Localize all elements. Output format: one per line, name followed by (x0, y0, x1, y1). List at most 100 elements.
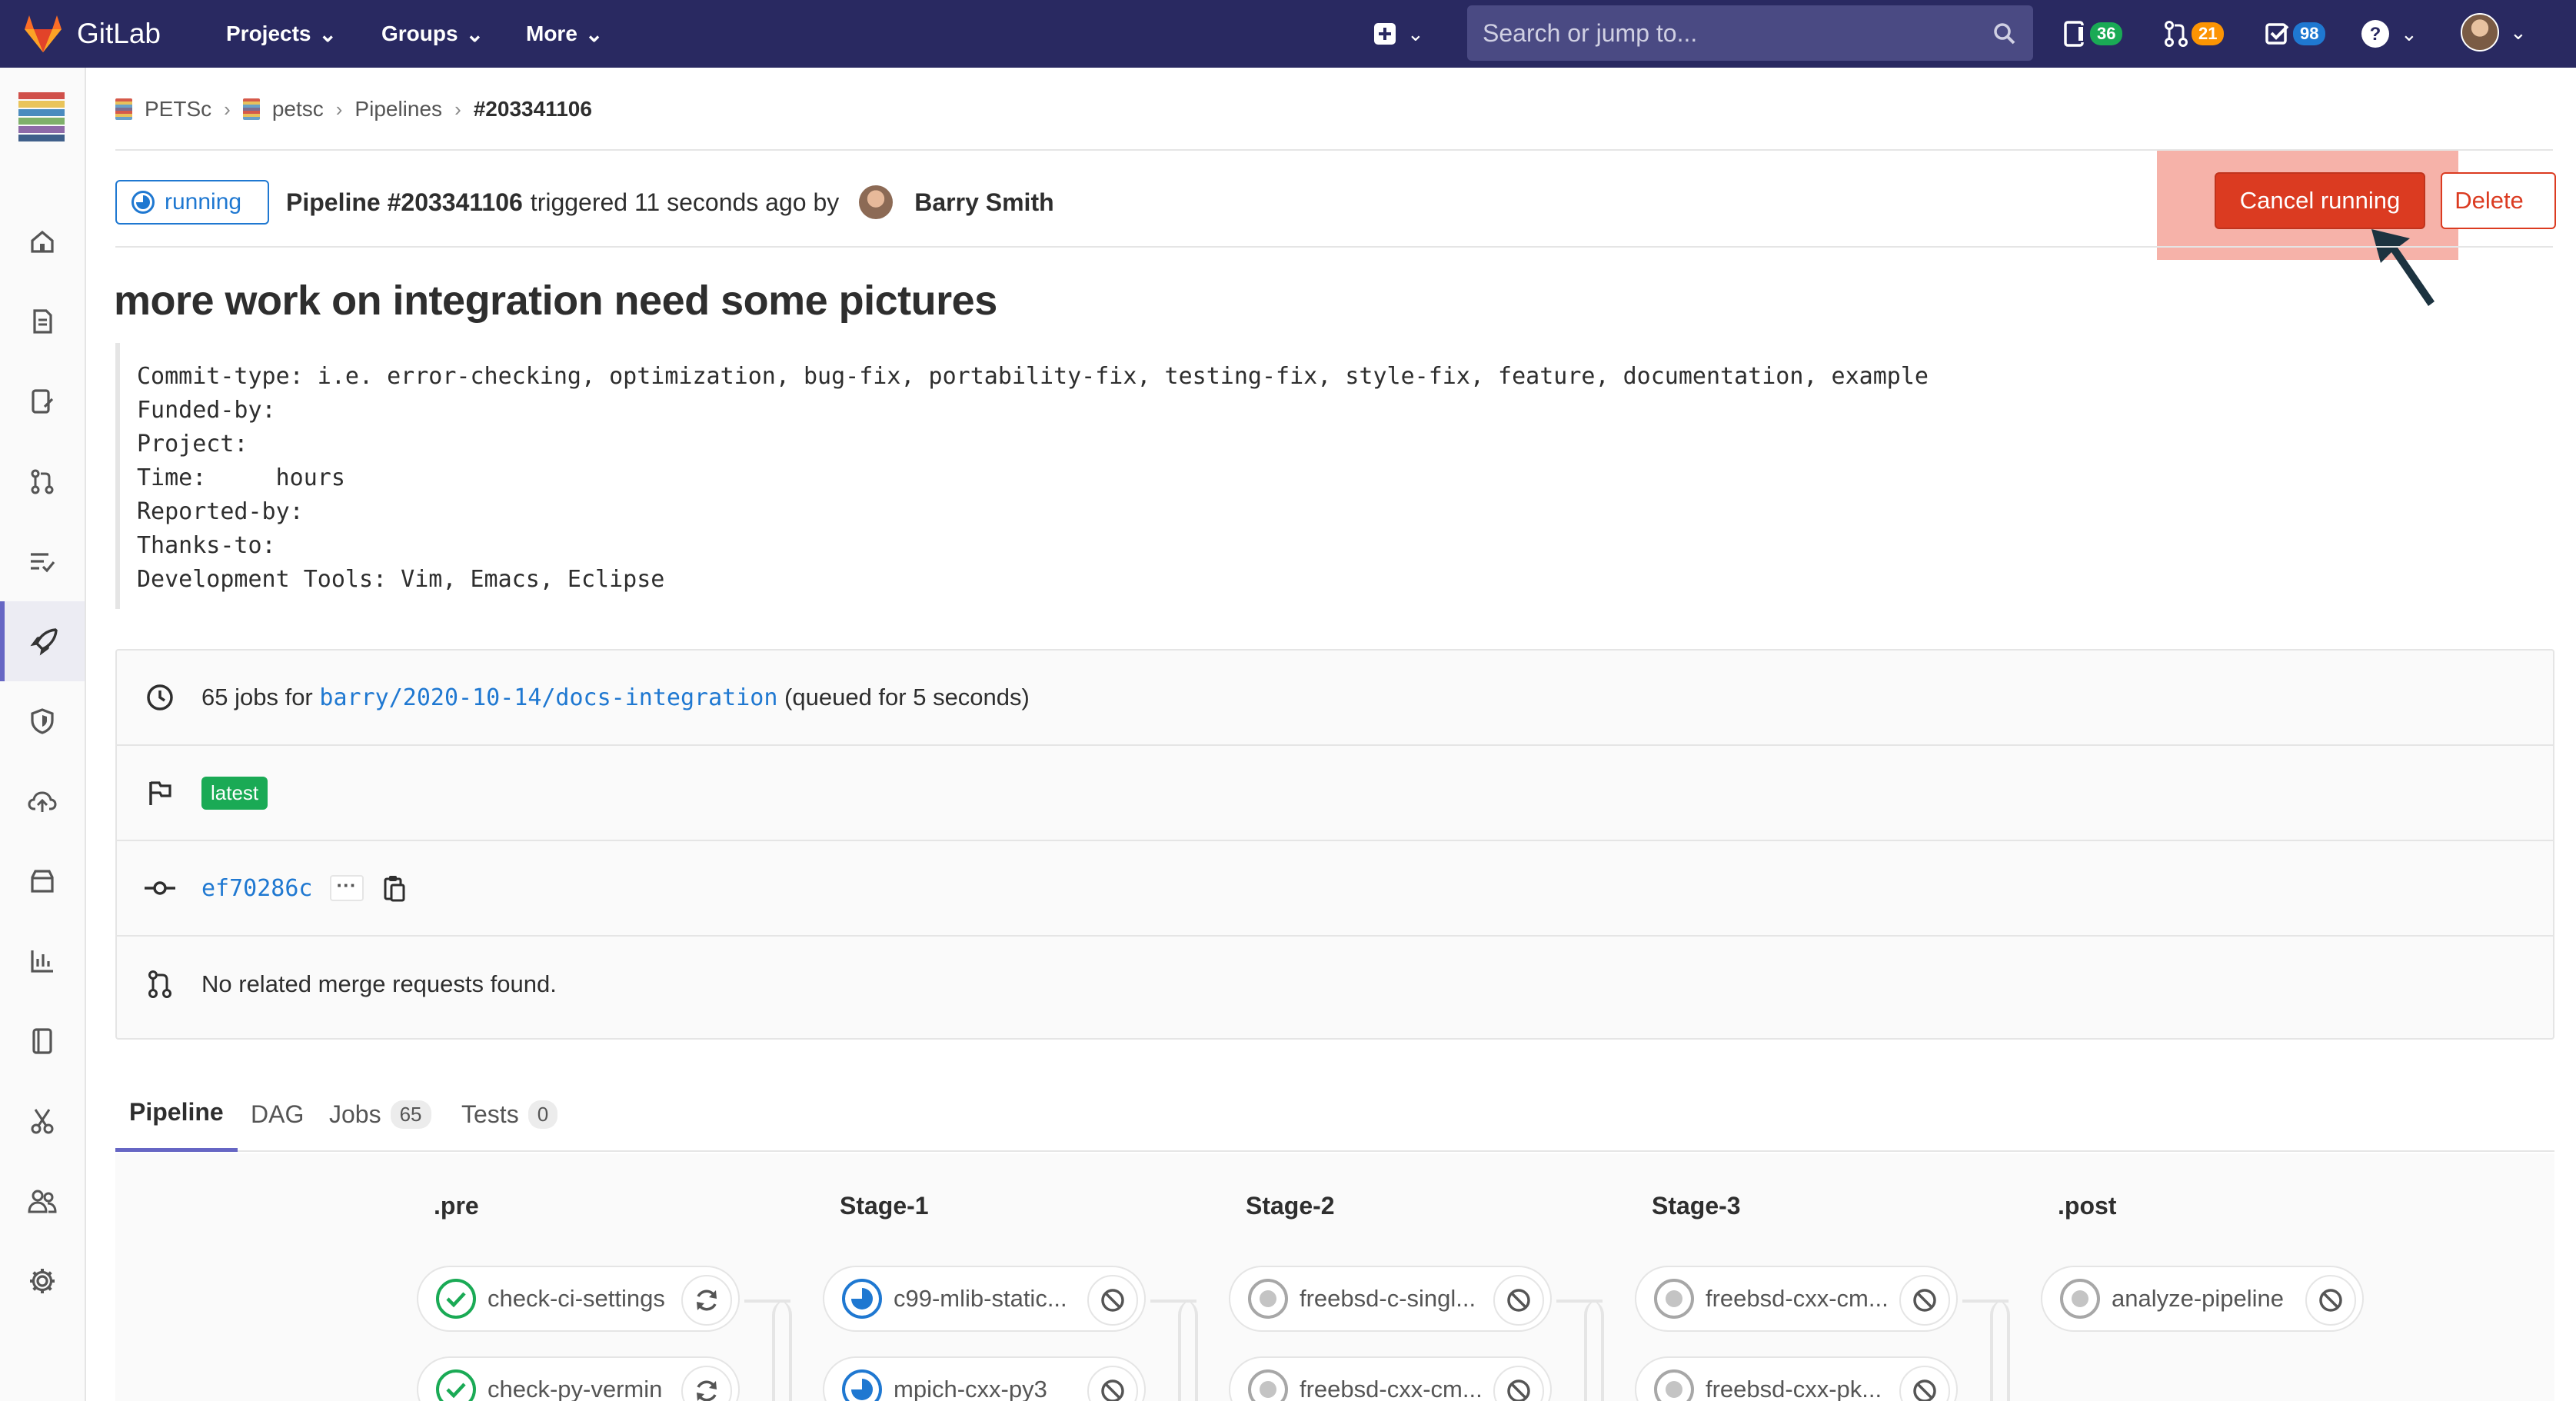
cancel-running-button[interactable]: Cancel running (2215, 172, 2425, 229)
merge-requests-counter[interactable]: 21 (2164, 17, 2225, 51)
job-freebsd-c-single[interactable]: freebsd-c-singl... (1229, 1266, 1552, 1332)
merge-requests-icon (31, 469, 54, 494)
issues-counter[interactable]: 36 (2064, 17, 2123, 51)
stage-connector (1979, 1300, 2010, 1401)
expand-commit-button[interactable]: ··· (329, 875, 364, 901)
chevron-right-icon: › (335, 97, 343, 121)
sidebar-item-requirements[interactable] (0, 521, 85, 601)
sidebar-item-deployments[interactable] (0, 761, 85, 841)
job-freebsd-cxx-pkgs[interactable]: freebsd-cxx-pk... (1635, 1356, 1958, 1401)
commit-description-line: Funded-by: (137, 397, 276, 424)
gitlab-logo-icon (25, 15, 62, 52)
breadcrumb-current[interactable]: #203341106 (474, 97, 592, 121)
status-running-icon (841, 1278, 883, 1319)
members-icon (28, 1190, 57, 1213)
stage-title: Stage-2 (1246, 1192, 1335, 1220)
merge-requests-count-badge: 21 (2192, 22, 2225, 45)
job-c99-mlib-static[interactable]: c99-mlib-static... (823, 1266, 1146, 1332)
sidebar-item-issues[interactable] (0, 361, 85, 441)
todos-counter[interactable]: 98 (2265, 17, 2326, 51)
more-menu-label: More (526, 22, 577, 45)
job-mpich-cxx-py3[interactable]: mpich-cxx-py3 (823, 1356, 1146, 1401)
analytics-icon (31, 950, 53, 973)
cancel-icon (1507, 1289, 1530, 1312)
job-check-py-vermin[interactable]: check-py-vermin (417, 1356, 740, 1401)
cancel-job-button[interactable] (1493, 1366, 1544, 1401)
tab-jobs[interactable]: Jobs 65 (329, 1077, 431, 1152)
status-label: running (165, 189, 242, 215)
chevron-down-icon: ⌄ (2401, 22, 2418, 45)
sidebar-item-cicd[interactable] (0, 601, 85, 681)
help-dropdown[interactable]: ? ⌄ (2361, 14, 2418, 54)
job-freebsd-cxx-cm[interactable]: freebsd-cxx-cm... (1229, 1356, 1552, 1401)
cancel-job-button[interactable] (2305, 1275, 2356, 1326)
new-item-dropdown[interactable]: ⌄ (1373, 14, 1424, 54)
sidebar-item-analytics[interactable] (0, 921, 85, 1001)
sidebar-item-security[interactable] (0, 681, 85, 761)
sidebar-item-project-overview[interactable] (0, 201, 85, 281)
breadcrumb-project[interactable]: petsc (242, 97, 324, 121)
job-name: freebsd-cxx-pk... (1706, 1376, 1882, 1401)
tab-jobs-label: Jobs (329, 1100, 381, 1128)
tests-count-badge: 0 (528, 1100, 558, 1129)
cancel-icon (1507, 1379, 1530, 1401)
retry-job-button[interactable] (681, 1366, 732, 1401)
group-avatar-icon (115, 98, 132, 120)
copy-sha-button[interactable] (381, 873, 408, 903)
tab-pipeline[interactable]: Pipeline (115, 1077, 238, 1152)
delete-button[interactable]: Delete (2441, 172, 2556, 229)
breadcrumb-group[interactable]: PETSc (115, 97, 211, 121)
sidebar-item-packages[interactable] (0, 841, 85, 921)
home-icon (31, 230, 54, 253)
petsc-logo-icon (18, 92, 65, 141)
more-menu[interactable]: More ⌄ (526, 0, 603, 68)
sidebar-item-wiki[interactable] (0, 1001, 85, 1081)
pipeline-graph: .pre Stage-1 Stage-2 Stage-3 .post check… (115, 1153, 2554, 1401)
job-analyze-pipeline[interactable]: analyze-pipeline (2041, 1266, 2364, 1332)
cancel-job-button[interactable] (1493, 1275, 1544, 1326)
commit-description-line: Commit-type: i.e. error-checking, optimi… (137, 363, 1929, 390)
avatar[interactable] (859, 185, 894, 219)
tab-dag[interactable]: DAG (251, 1077, 304, 1152)
sidebar-item-merge-requests[interactable] (0, 441, 85, 521)
breadcrumb: PETSc › petsc › Pipelines › #203341106 (115, 94, 592, 125)
cancel-job-button[interactable] (1899, 1275, 1950, 1326)
author-name[interactable]: Barry Smith (914, 188, 1053, 217)
job-check-ci-settings[interactable]: check-ci-settings (417, 1266, 740, 1332)
sidebar-item-settings[interactable] (0, 1241, 85, 1321)
search-input[interactable]: Search or jump to... (1467, 5, 2033, 61)
project-avatar[interactable] (18, 92, 65, 145)
job-freebsd-cxx-cmplx[interactable]: freebsd-cxx-cm... (1635, 1266, 1958, 1332)
user-menu[interactable]: ⌄ (2461, 12, 2527, 52)
sidebar-item-repository[interactable] (0, 281, 85, 361)
gitlab-home-link[interactable]: GitLab (22, 8, 161, 60)
sidebar-item-members[interactable] (0, 1161, 85, 1241)
branch-link[interactable]: barry/2020-10-14/docs-integration (319, 684, 777, 711)
breadcrumb-project-label: petsc (271, 97, 324, 121)
cancel-job-button[interactable] (1087, 1275, 1138, 1326)
delete-button-label: Delete (2455, 187, 2524, 214)
commit-description-line: Time: hours (137, 464, 345, 491)
jobs-count-badge: 65 (390, 1100, 431, 1129)
svg-text:?: ? (2370, 24, 2381, 45)
commit-description: Commit-type: i.e. error-checking, optimi… (115, 343, 2115, 609)
tab-tests[interactable]: Tests 0 (461, 1077, 558, 1152)
issues-icon (2064, 21, 2085, 47)
triggered-text: triggered 11 seconds ago by (530, 188, 840, 216)
book-icon (32, 1028, 52, 1054)
retry-job-button[interactable] (681, 1275, 732, 1326)
job-name: freebsd-cxx-cm... (1706, 1285, 1889, 1312)
commit-sha-link[interactable]: ef70286c (201, 875, 313, 902)
breadcrumb-pipelines[interactable]: Pipelines (354, 97, 442, 121)
sidebar-item-snippets[interactable] (0, 1081, 85, 1161)
cancel-job-button[interactable] (1899, 1366, 1950, 1401)
chevron-right-icon: › (224, 97, 231, 121)
groups-menu[interactable]: Groups ⌄ (381, 0, 484, 68)
retry-icon (697, 1380, 717, 1401)
latest-badge: latest (201, 776, 268, 810)
projects-menu[interactable]: Projects ⌄ (226, 0, 337, 68)
cancel-job-button[interactable] (1087, 1366, 1138, 1401)
status-badge[interactable]: running (115, 180, 269, 225)
chevron-right-icon: › (454, 97, 461, 121)
stage-connector (1167, 1300, 1198, 1401)
